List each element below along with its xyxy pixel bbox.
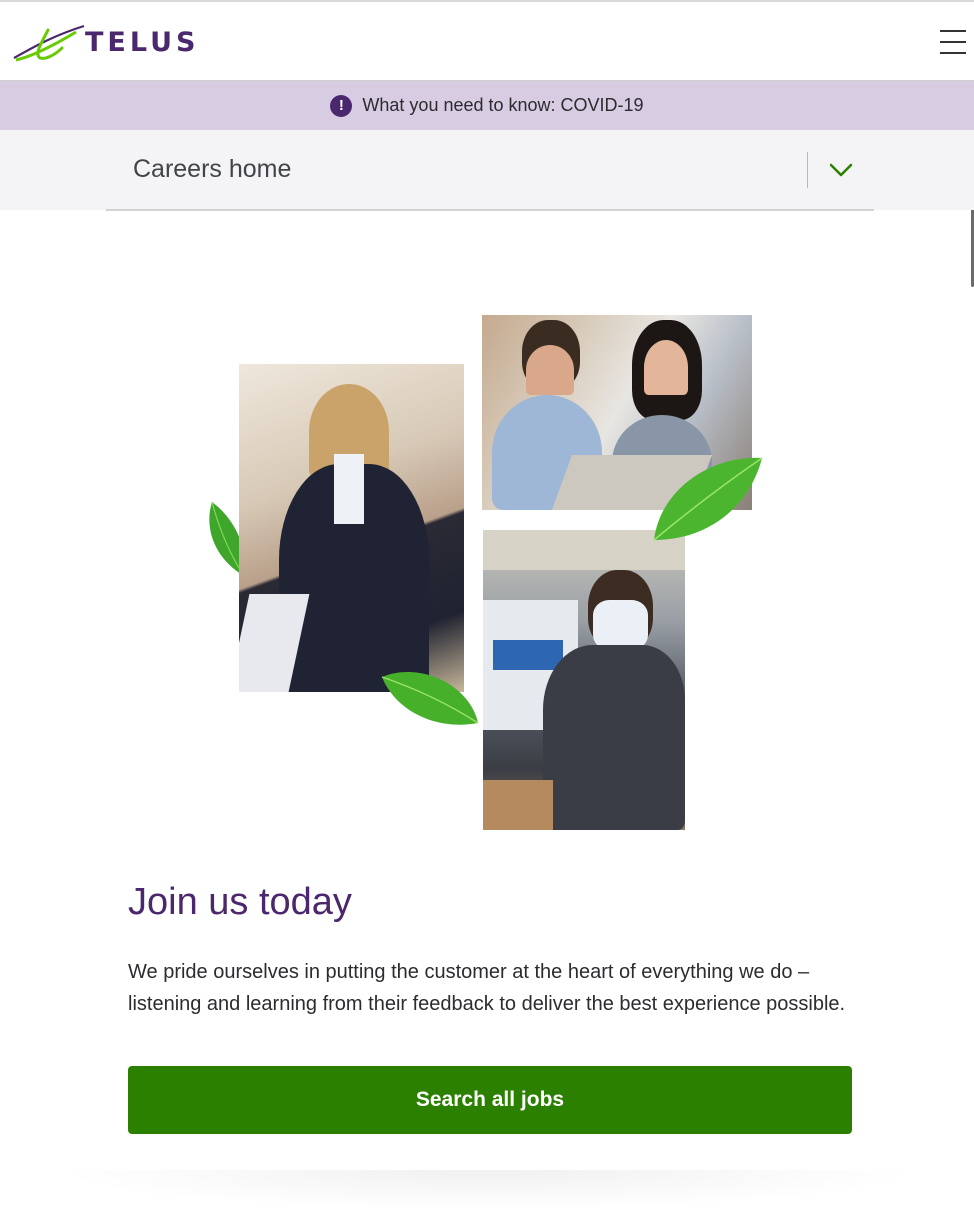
- photo-technician-van: [483, 530, 685, 830]
- chevron-down-icon[interactable]: [808, 163, 874, 177]
- hero-description: We pride ourselves in putting the custom…: [128, 961, 846, 1015]
- page: TELUS ! What you need to know: COVID-19 …: [0, 0, 974, 1214]
- photo-woman-with-tablet: [239, 364, 464, 692]
- hero-title: Join us today: [128, 881, 352, 923]
- telus-logo[interactable]: TELUS: [12, 22, 212, 62]
- menu-bar-bottom: [940, 52, 966, 54]
- hamburger-menu-icon[interactable]: [940, 28, 968, 56]
- site-header: TELUS: [0, 2, 974, 80]
- telus-logo-mark-icon: [13, 24, 85, 62]
- careers-nav-dropdown[interactable]: Careers home: [106, 130, 874, 211]
- covid-banner[interactable]: ! What you need to know: COVID-19: [0, 80, 974, 130]
- hero-content: Join us today We pride ourselves in putt…: [128, 878, 852, 1020]
- careers-nav-bar: Careers home: [0, 130, 974, 211]
- careers-nav-label: Careers home: [133, 155, 292, 183]
- menu-bar-middle: [940, 41, 966, 43]
- leaf-decoration: [381, 671, 479, 725]
- covid-banner-text[interactable]: What you need to know: COVID-19: [362, 95, 643, 116]
- hero-collage: [200, 310, 780, 835]
- search-all-jobs-button[interactable]: Search all jobs: [128, 1066, 852, 1134]
- exclamation-circle-icon: !: [330, 94, 353, 117]
- logo-wordmark: TELUS: [85, 26, 200, 58]
- section-shadow: [50, 1170, 924, 1210]
- leaf-decoration: [653, 457, 763, 541]
- menu-bar-top: [940, 30, 966, 32]
